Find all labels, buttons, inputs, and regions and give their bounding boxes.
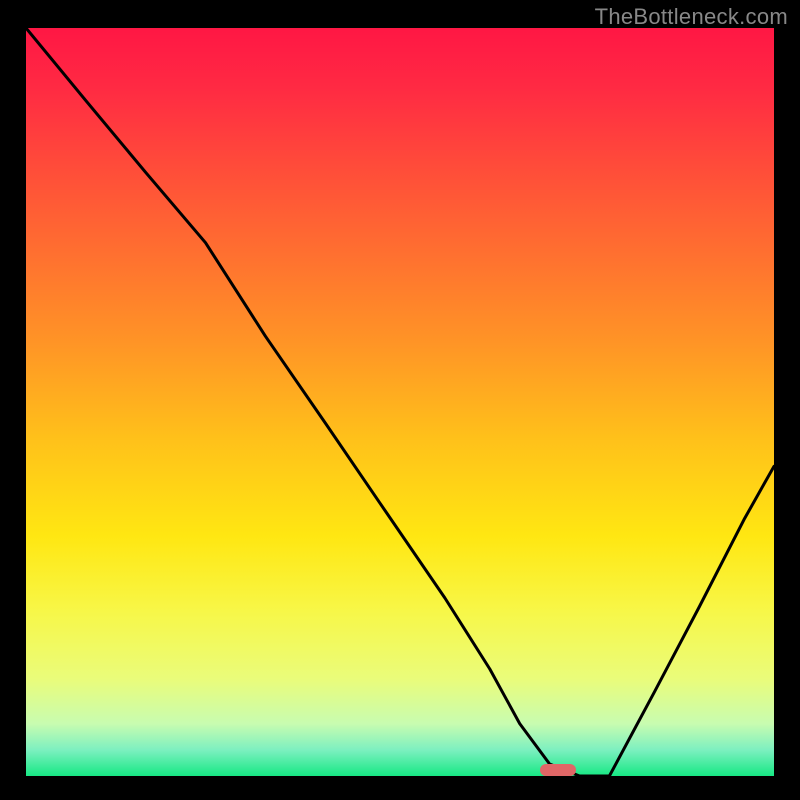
chart-frame: TheBottleneck.com (0, 0, 800, 800)
optimal-marker (540, 764, 576, 776)
gradient-background (26, 28, 774, 776)
plot-area (26, 28, 774, 776)
bottleneck-chart (26, 28, 774, 776)
watermark-text: TheBottleneck.com (595, 4, 788, 30)
